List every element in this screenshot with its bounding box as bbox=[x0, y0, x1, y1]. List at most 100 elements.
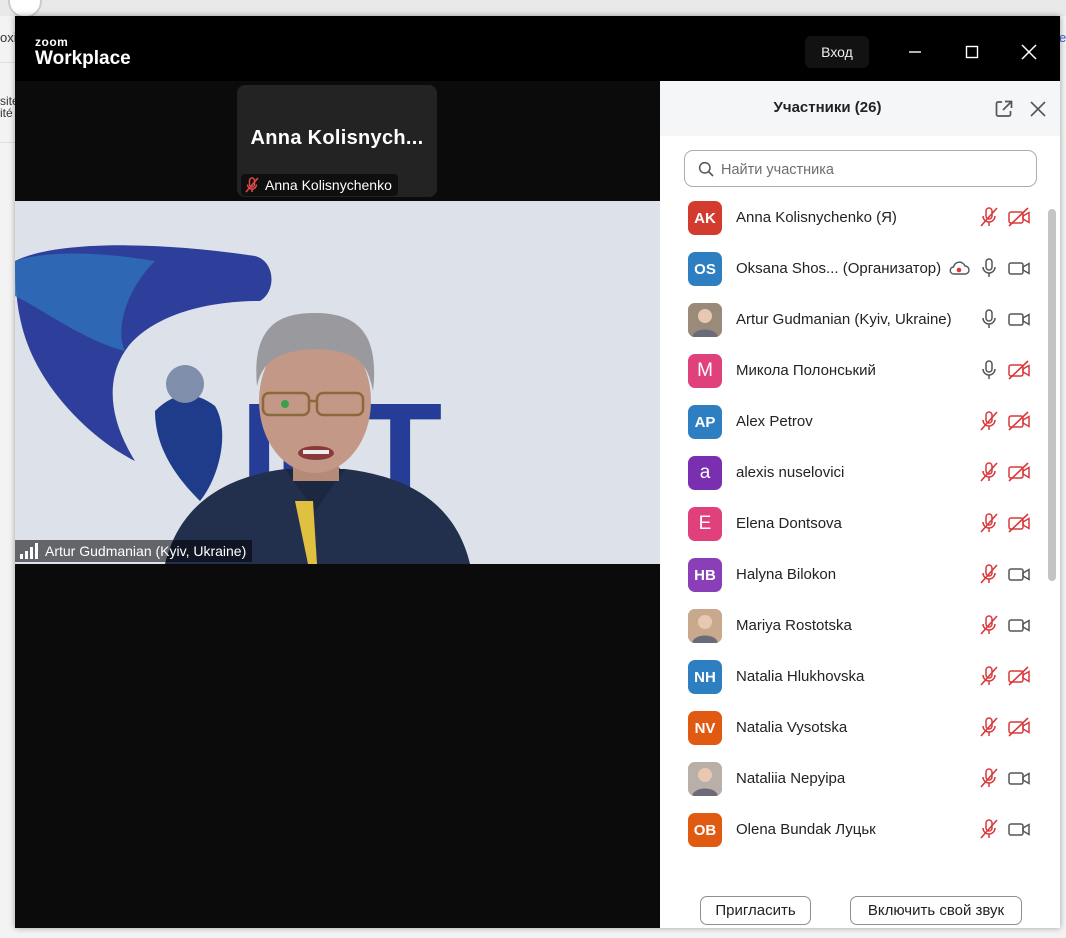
participant-name: Natalia Vysotska bbox=[736, 719, 848, 736]
avatar: E bbox=[688, 507, 722, 541]
video-off-icon bbox=[1007, 665, 1031, 687]
participant-row[interactable]: AP Alex Petrov bbox=[660, 397, 1046, 448]
background-text: e bbox=[1059, 30, 1066, 45]
participant-name: Oksana Shos... (Организатор) bbox=[736, 260, 942, 277]
muted-mic-icon bbox=[978, 614, 1000, 636]
video-camera-icon bbox=[1007, 818, 1031, 840]
muted-mic-icon bbox=[978, 818, 1000, 840]
zoom-logo: zoom Workplace bbox=[35, 36, 131, 70]
sign-in-button[interactable]: Вход bbox=[805, 36, 869, 68]
search-input[interactable] bbox=[719, 157, 1023, 183]
participant-name: Mariya Rostotska bbox=[736, 617, 852, 634]
background-text: ité bbox=[0, 106, 13, 120]
avatar: М bbox=[688, 354, 722, 388]
muted-mic-icon bbox=[978, 767, 1000, 789]
avatar: OS bbox=[688, 252, 722, 286]
logo-zoom-text: zoom bbox=[35, 35, 69, 49]
participant-name: alexis nuselovici bbox=[736, 464, 845, 481]
active-speaker-video[interactable]: ІКТ bbox=[15, 201, 660, 564]
avatar: AP bbox=[688, 405, 722, 439]
muted-mic-icon bbox=[978, 563, 1000, 585]
participant-name: Halyna Bilokon bbox=[736, 566, 837, 583]
close-panel-icon[interactable] bbox=[1028, 99, 1048, 119]
panel-header: Участники (26) bbox=[660, 81, 1060, 136]
participant-row[interactable]: Artur Gudmanian (Kyiv, Ukraine) bbox=[660, 295, 1046, 346]
video-off-icon bbox=[1007, 716, 1031, 738]
speaker-name-label: Artur Gudmanian (Kyiv, Ukraine) bbox=[15, 540, 253, 562]
popout-icon[interactable] bbox=[994, 99, 1014, 119]
participant-search[interactable] bbox=[684, 150, 1037, 187]
signal-strength-icon bbox=[20, 543, 38, 559]
avatar: OB bbox=[688, 813, 722, 847]
avatar: NV bbox=[688, 711, 722, 745]
muted-mic-icon bbox=[978, 206, 1000, 228]
muted-mic-icon bbox=[245, 177, 259, 193]
avatar: AK bbox=[688, 201, 722, 235]
mic-icon bbox=[978, 359, 1000, 381]
participant-name: Artur Gudmanian (Kyiv, Ukraine) bbox=[736, 311, 952, 328]
video-off-icon bbox=[1007, 359, 1031, 381]
speaker-name-text: Artur Gudmanian (Kyiv, Ukraine) bbox=[45, 543, 247, 559]
invite-button[interactable]: Пригласить bbox=[700, 896, 811, 925]
video-off-icon bbox=[1007, 512, 1031, 534]
minimize-icon[interactable] bbox=[901, 38, 929, 66]
zoom-window: zoom Workplace Вход Anna Kolisnych... An… bbox=[15, 16, 1060, 928]
participants-panel: Участники (26) AK Anna Kolisnychenko (Я) O… bbox=[660, 81, 1060, 928]
panel-footer: Пригласить Включить свой звук bbox=[660, 876, 1060, 928]
self-video-thumbnail[interactable]: Anna Kolisnych... Anna Kolisnychenko bbox=[237, 85, 437, 197]
participant-name: Elena Dontsova bbox=[736, 515, 842, 532]
participant-row[interactable]: NH Natalia Hlukhovska bbox=[660, 652, 1046, 703]
mic-icon bbox=[978, 257, 1000, 279]
logo-workplace-text: Workplace bbox=[35, 48, 131, 69]
avatar: HB bbox=[688, 558, 722, 592]
participant-name: Микола Полонський bbox=[736, 362, 876, 379]
participant-row[interactable]: Mariya Rostotska bbox=[660, 601, 1046, 652]
muted-mic-icon bbox=[978, 665, 1000, 687]
cloud-recording-icon bbox=[948, 259, 970, 277]
muted-mic-icon bbox=[978, 716, 1000, 738]
participant-name: Nataliia Nepyipa bbox=[736, 770, 846, 787]
video-camera-icon bbox=[1007, 767, 1031, 789]
participant-row[interactable]: OS Oksana Shos... (Организатор) bbox=[660, 244, 1046, 295]
search-icon bbox=[698, 161, 714, 177]
video-camera-icon bbox=[1007, 563, 1031, 585]
title-bar: zoom Workplace Вход bbox=[15, 16, 1060, 81]
muted-mic-icon bbox=[978, 512, 1000, 534]
participant-row[interactable]: HB Halyna Bilokon bbox=[660, 550, 1046, 601]
video-off-icon bbox=[1007, 461, 1031, 483]
participant-name: Anna Kolisnychenko (Я) bbox=[736, 209, 897, 226]
participant-row[interactable]: a alexis nuselovici bbox=[660, 448, 1046, 499]
video-area: Anna Kolisnych... Anna Kolisnychenko Art… bbox=[15, 81, 660, 928]
participant-name: Natalia Hlukhovska bbox=[736, 668, 865, 685]
thumbnail-display-name: Anna Kolisnych... bbox=[250, 127, 424, 149]
muted-mic-icon bbox=[978, 410, 1000, 432]
participant-row[interactable]: AK Anna Kolisnychenko (Я) bbox=[660, 193, 1046, 244]
thumbnail-label-text: Anna Kolisnychenko bbox=[265, 177, 392, 193]
video-camera-icon bbox=[1007, 308, 1031, 330]
participant-name: Olena Bundak Луцьк bbox=[736, 821, 876, 838]
avatar: NH bbox=[688, 660, 722, 694]
close-icon[interactable] bbox=[1015, 38, 1043, 66]
participant-name: Alex Petrov bbox=[736, 413, 813, 430]
scrollbar-thumb[interactable] bbox=[1048, 209, 1056, 581]
video-off-icon bbox=[1007, 410, 1031, 432]
speaker-video-frame: ІКТ bbox=[15, 201, 660, 564]
maximize-icon[interactable] bbox=[958, 38, 986, 66]
avatar-photo bbox=[688, 762, 722, 796]
background-browser-bar bbox=[0, 0, 1066, 16]
mic-icon bbox=[978, 308, 1000, 330]
participant-row[interactable]: OB Olena Bundak Луцьк bbox=[660, 805, 1046, 856]
participant-row[interactable]: NV Natalia Vysotska bbox=[660, 703, 1046, 754]
participant-row[interactable]: М Микола Полонський bbox=[660, 346, 1046, 397]
background-divider bbox=[0, 62, 16, 63]
avatar-photo bbox=[688, 303, 722, 337]
participant-row[interactable]: E Elena Dontsova bbox=[660, 499, 1046, 550]
unmute-button[interactable]: Включить свой звук bbox=[850, 896, 1022, 925]
thumbnail-name-label: Anna Kolisnychenko bbox=[241, 174, 398, 196]
video-camera-icon bbox=[1007, 257, 1031, 279]
video-off-icon bbox=[1007, 206, 1031, 228]
panel-title: Участники (26) bbox=[773, 99, 882, 116]
video-camera-icon bbox=[1007, 614, 1031, 636]
participant-row[interactable]: Nataliia Nepyipa bbox=[660, 754, 1046, 805]
muted-mic-icon bbox=[978, 461, 1000, 483]
